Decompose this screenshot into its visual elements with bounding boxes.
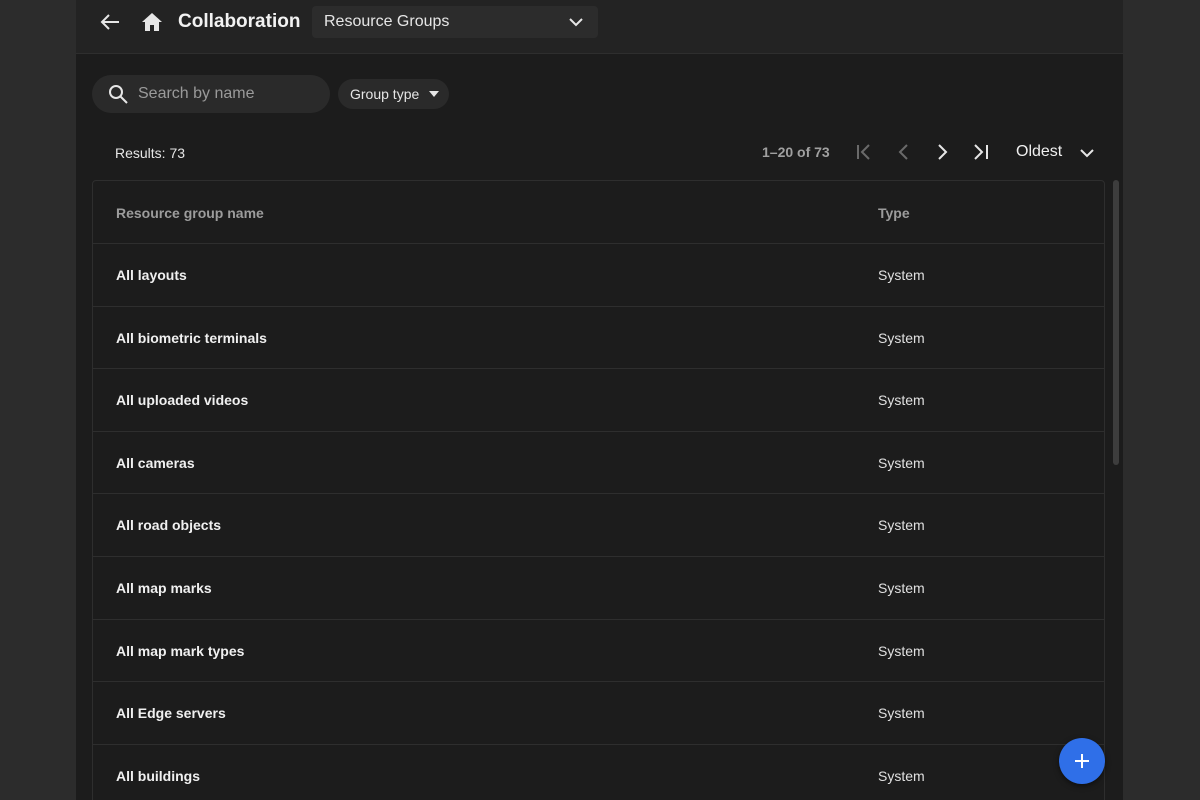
- table-row[interactable]: All map marks System: [93, 557, 1104, 620]
- row-type: System: [878, 329, 925, 346]
- row-type: System: [878, 579, 925, 596]
- table-header: Resource group name Type: [93, 181, 1104, 244]
- resource-groups-table: Resource group name Type All layouts Sys…: [92, 180, 1105, 800]
- sort-value: Oldest: [1016, 143, 1063, 160]
- search-input[interactable]: [138, 75, 318, 113]
- section-select[interactable]: Resource Groups: [312, 6, 598, 38]
- row-name: All uploaded videos: [116, 392, 249, 409]
- table-row[interactable]: All buildings System: [93, 745, 1104, 800]
- table-row[interactable]: All map mark types System: [93, 620, 1104, 683]
- app-title: Collaboration: [178, 11, 301, 32]
- top-bar: Collaboration Resource Groups: [76, 0, 1123, 54]
- column-header-name[interactable]: Resource group name: [116, 205, 264, 221]
- row-type: System: [878, 267, 925, 283]
- sort-select[interactable]: Oldest: [1008, 138, 1100, 166]
- row-name: All cameras: [116, 454, 195, 471]
- add-resource-group-button[interactable]: [1059, 738, 1105, 784]
- table-row[interactable]: All Edge servers System: [93, 682, 1104, 745]
- table-row[interactable]: All layouts System: [93, 244, 1104, 307]
- last-page-icon[interactable]: [970, 142, 992, 162]
- first-page-icon[interactable]: [853, 142, 875, 162]
- row-name: All map marks: [116, 579, 212, 596]
- home-icon[interactable]: [141, 11, 163, 33]
- plus-icon: [1075, 754, 1089, 768]
- table-row[interactable]: All road objects System: [93, 494, 1104, 557]
- next-page-icon[interactable]: [931, 142, 953, 162]
- table-row[interactable]: All biometric terminals System: [93, 307, 1104, 370]
- search-box: [92, 75, 330, 113]
- results-count: Results: 73: [115, 145, 186, 161]
- row-name: All buildings: [116, 767, 200, 784]
- group-type-filter[interactable]: Group type: [338, 79, 449, 109]
- chevron-down-icon: [569, 18, 583, 27]
- table-row[interactable]: All uploaded videos System: [93, 369, 1104, 432]
- row-name: All road objects: [116, 517, 222, 534]
- row-name: All biometric terminals: [116, 329, 267, 346]
- row-name: All layouts: [116, 267, 187, 283]
- table-row[interactable]: All cameras System: [93, 432, 1104, 495]
- row-type: System: [878, 767, 925, 784]
- back-button[interactable]: [96, 10, 124, 34]
- scrollbar-thumb[interactable]: [1113, 180, 1119, 465]
- row-name: All Edge servers: [116, 705, 226, 722]
- chevron-down-icon: [1080, 149, 1094, 158]
- row-type: System: [878, 705, 925, 722]
- arrow-left-icon: [100, 14, 119, 30]
- group-type-label: Group type: [350, 86, 420, 102]
- previous-page-icon[interactable]: [893, 142, 915, 162]
- app-window: Collaboration Resource Groups Group type…: [76, 0, 1123, 800]
- search-icon: [109, 85, 128, 104]
- page-range: 1–20 of 73: [762, 144, 830, 160]
- row-type: System: [878, 392, 925, 409]
- caret-down-icon: [429, 91, 439, 97]
- row-type: System: [878, 454, 925, 471]
- column-header-type[interactable]: Type: [878, 205, 910, 221]
- row-type: System: [878, 642, 925, 659]
- row-name: All map mark types: [116, 642, 245, 659]
- section-select-value: Resource Groups: [324, 13, 450, 30]
- row-type: System: [878, 517, 925, 534]
